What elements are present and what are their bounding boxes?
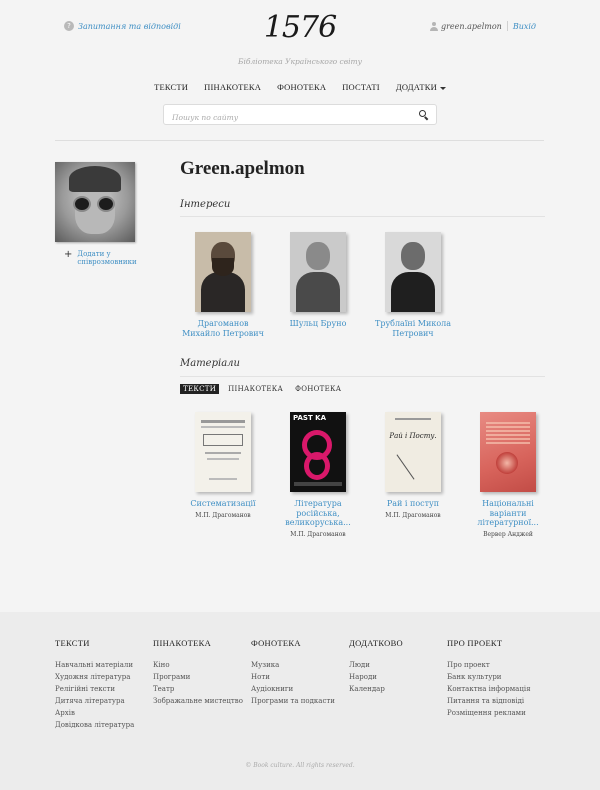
footer-link[interactable]: Програми [153,671,243,683]
interest-name[interactable]: Трублаїні Микола Петрович [370,319,456,338]
book-cover[interactable]: PAST KA [290,412,346,492]
nav-item-fonoteka[interactable]: ФОНОТЕКА [277,82,326,92]
footer-link[interactable]: Про проект [447,659,531,671]
user-icon [429,21,438,31]
main-nav: ТЕКСТИ ПІНАКОТЕКА ФОНОТЕКА ПОСТАТІ ДОДАТ… [0,82,600,92]
material-card[interactable]: Рай і Посту. Рай і поступ М.П. Драгомано… [370,412,456,519]
search-icon[interactable] [419,110,428,119]
caret-down-icon [439,86,446,90]
footer-link[interactable]: Музика [251,659,335,671]
footer-column-about: ПРО ПРОЕКТ Про проект Банк культури Конт… [447,638,531,719]
user-box: green.apelmon Вихід [429,21,536,31]
footer-link[interactable]: Програми та подкасти [251,695,335,707]
material-card[interactable]: Національні варіанти літературної... Вер… [465,412,551,538]
footer-link[interactable]: Люди [349,659,403,671]
material-author: М.П. Драгоманов [195,511,251,519]
footer-link[interactable]: Народи [349,671,403,683]
divider [506,21,508,31]
interests-heading: Інтереси [180,199,231,210]
footer-link[interactable]: Художня література [55,671,134,683]
footer: ТЕКСТИ Навчальні матеріали Художня літер… [0,612,600,790]
footer-link[interactable]: Довідкова література [55,719,134,731]
footer-link[interactable]: Контактна інформація [447,683,531,695]
add-friend-link[interactable]: + Додати у співрозмовники [64,249,139,267]
book-cover[interactable] [195,412,251,492]
interest-name[interactable]: Драгоманов Михайло Петрович [180,319,266,338]
interest-name[interactable]: Шульц Бруно [275,319,361,329]
user-name-link[interactable]: green.apelmon [441,22,502,31]
nav-item-dodatky[interactable]: ДОДАТКИ [396,82,446,92]
search-box [163,104,437,127]
footer-link[interactable]: Театр [153,683,243,695]
footer-link[interactable]: Банк культури [447,671,531,683]
footer-link[interactable]: Зображальне мистецтво [153,695,243,707]
header-divider [55,140,544,141]
tab-pinakoteka[interactable]: ПІНАКОТЕКА [225,384,286,394]
material-card[interactable]: PAST KA Література російська, великорусь… [275,412,361,538]
material-author: М.П. Драгоманов [290,530,346,538]
nav-item-pinakoteka[interactable]: ПІНАКОТЕКА [204,82,261,92]
avatar [55,162,135,242]
nav-item-texts[interactable]: ТЕКСТИ [154,82,188,92]
portrait-image[interactable] [290,232,346,312]
footer-column-texts: ТЕКСТИ Навчальні матеріали Художня літер… [55,638,134,731]
site-tagline: Бібліотека Українського світу [238,57,362,66]
book-cover[interactable]: Рай і Посту. [385,412,441,492]
portrait-image[interactable] [195,232,251,312]
tab-fonoteka[interactable]: ФОНОТЕКА [292,384,344,394]
material-title[interactable]: Національні варіанти літературної... [465,499,551,528]
footer-link[interactable]: Ноти [251,671,335,683]
interest-card[interactable]: Трублаїні Микола Петрович [370,232,456,338]
footer-heading[interactable]: ФОНОТЕКА [251,638,335,648]
materials-tabs: ТЕКСТИ ПІНАКОТЕКА ФОНОТЕКА [180,384,344,394]
footer-link[interactable]: Навчальні матеріали [55,659,134,671]
footer-link[interactable]: Календар [349,683,403,695]
material-author: Вервер Анджей [483,530,533,538]
cover-title: Рай і Посту. [389,432,437,440]
page-title: Green.apelmon [180,158,305,179]
interest-card[interactable]: Шульц Бруно [275,232,361,329]
divider [180,376,545,377]
footer-column-fonoteka: ФОНОТЕКА Музика Ноти Аудіокниги Програми… [251,638,335,707]
divider [180,216,545,217]
interest-card[interactable]: Драгоманов Михайло Петрович [180,232,266,338]
footer-link[interactable]: Релігійні тексти [55,683,134,695]
cover-title: PAST KA [293,414,327,422]
material-author: М.П. Драгоманов [385,511,441,519]
tab-texts[interactable]: ТЕКСТИ [180,384,220,394]
material-title[interactable]: Рай і поступ [370,499,456,509]
plus-icon: + [64,249,73,260]
nav-item-dodatky-label: ДОДАТКИ [395,82,437,92]
footer-heading[interactable]: ДОДАТКОВО [349,638,403,648]
copyright: © Book culture. All rights reserved. [245,762,355,769]
material-title[interactable]: Література російська, великоруська... [275,499,361,528]
search-input[interactable] [164,108,404,127]
footer-link[interactable]: Кіно [153,659,243,671]
materials-heading: Матеріали [180,358,240,369]
nav-item-postati[interactable]: ПОСТАТІ [342,82,380,92]
footer-heading[interactable]: ТЕКСТИ [55,638,134,648]
footer-link[interactable]: Розміщення реклами [447,707,531,719]
footer-link[interactable]: Архів [55,707,134,719]
footer-heading[interactable]: ПІНАКОТЕКА [153,638,243,648]
footer-column-additional: ДОДАТКОВО Люди Народи Календар [349,638,403,695]
footer-link[interactable]: Дитяча література [55,695,134,707]
logout-link[interactable]: Вихід [513,22,536,31]
add-friend-label[interactable]: Додати у співрозмовники [77,250,139,266]
book-cover[interactable] [480,412,536,492]
footer-column-pinakoteka: ПІНАКОТЕКА Кіно Програми Театр Зображаль… [153,638,243,707]
footer-link[interactable]: Питання та відповіді [447,695,531,707]
material-card[interactable]: Систематизації М.П. Драгоманов [180,412,266,519]
footer-link[interactable]: Аудіокниги [251,683,335,695]
footer-heading[interactable]: ПРО ПРОЕКТ [447,638,531,648]
material-title[interactable]: Систематизації [180,499,266,509]
portrait-image[interactable] [385,232,441,312]
